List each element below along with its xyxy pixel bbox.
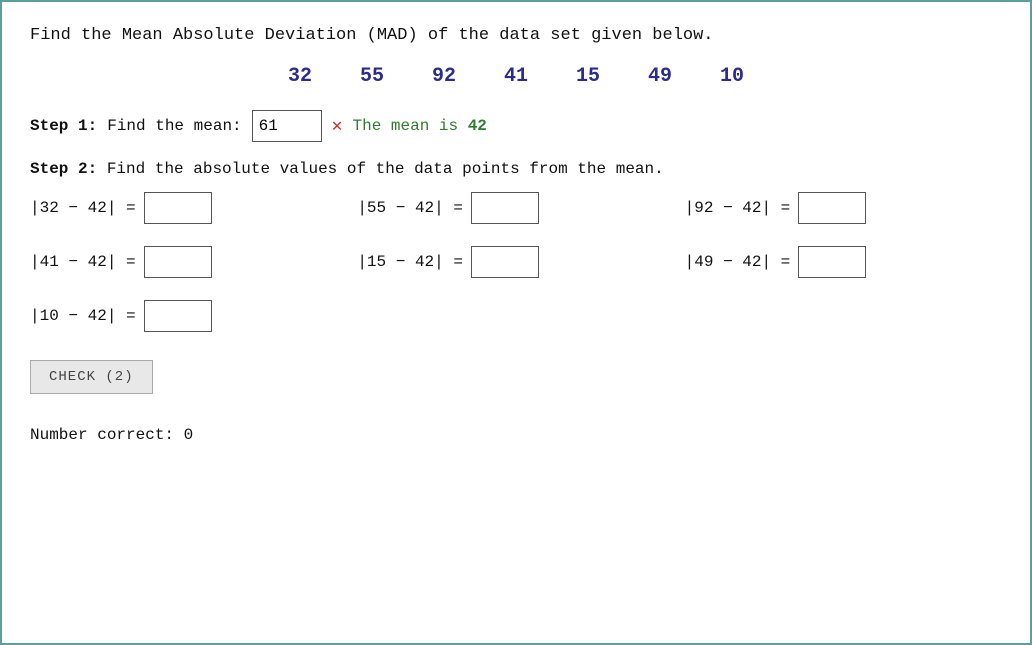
abs-input-abs5[interactable] (471, 246, 539, 278)
abs-expr-label: |55 − 42| = (357, 199, 463, 217)
abs-row: |15 − 42| = (357, 246, 674, 278)
abs-row: |32 − 42| = (30, 192, 347, 224)
abs-input-abs4[interactable] (144, 246, 212, 278)
hint-text: The mean is (352, 117, 467, 135)
data-number: 49 (648, 65, 672, 88)
step1-row: Step 1: Find the mean: ✕ The mean is 42 (30, 110, 1002, 142)
abs-row: |10 − 42| = (30, 300, 347, 332)
question-text: Find the Mean Absolute Deviation (MAD) o… (30, 26, 1002, 45)
correct-hint: The mean is 42 (352, 117, 486, 135)
score-display: Number correct: 0 (30, 426, 1002, 444)
abs-input-abs1[interactable] (144, 192, 212, 224)
dataset-row: 32 55 92 41 15 49 10 (30, 65, 1002, 88)
step2-text: Find the absolute values of the data poi… (107, 160, 664, 178)
data-number: 92 (432, 65, 456, 88)
data-number: 41 (504, 65, 528, 88)
abs-input-abs2[interactable] (471, 192, 539, 224)
hint-value: 42 (468, 117, 487, 135)
wrong-icon: ✕ (332, 115, 343, 137)
step2-label: Step 2: (30, 160, 97, 178)
mean-input[interactable] (252, 110, 322, 142)
abs-row: |41 − 42| = (30, 246, 347, 278)
check-button[interactable]: CHECK (2) (30, 360, 153, 394)
abs-input-abs3[interactable] (798, 192, 866, 224)
step1-label: Step 1: (30, 117, 97, 135)
abs-expr-label: |10 − 42| = (30, 307, 136, 325)
abs-expr-label: |32 − 42| = (30, 199, 136, 217)
data-number: 55 (360, 65, 384, 88)
abs-row: |55 − 42| = (357, 192, 674, 224)
empty-cell (685, 300, 1002, 332)
main-container: Find the Mean Absolute Deviation (MAD) o… (0, 0, 1032, 645)
data-number: 10 (720, 65, 744, 88)
abs-grid: |32 − 42| = |55 − 42| = |92 − 42| = |41 − 4… (30, 192, 1002, 332)
step2-row: Step 2: Find the absolute values of the … (30, 160, 1002, 178)
data-number: 32 (288, 65, 312, 88)
step1-text: Find the mean: (107, 117, 241, 135)
abs-expr-label: |49 − 42| = (685, 253, 791, 271)
abs-expr-label: |41 − 42| = (30, 253, 136, 271)
abs-input-abs7[interactable] (144, 300, 212, 332)
abs-input-abs6[interactable] (798, 246, 866, 278)
abs-expr-label: |92 − 42| = (685, 199, 791, 217)
abs-expr-label: |15 − 42| = (357, 253, 463, 271)
abs-row: |49 − 42| = (685, 246, 1002, 278)
data-number: 15 (576, 65, 600, 88)
empty-cell (357, 300, 674, 332)
abs-row: |92 − 42| = (685, 192, 1002, 224)
